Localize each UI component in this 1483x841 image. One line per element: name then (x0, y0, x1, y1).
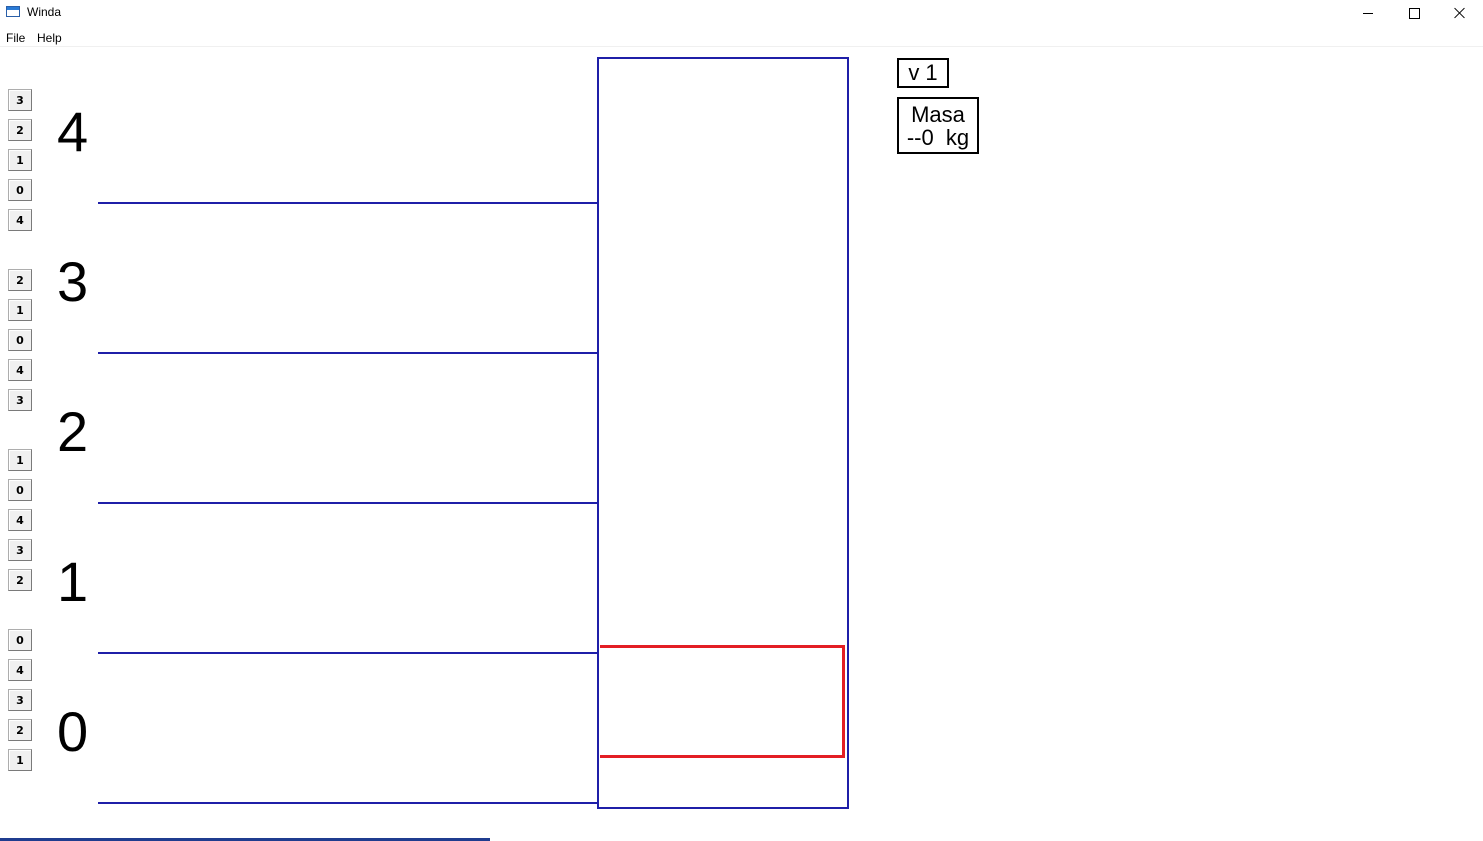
mass-value: --0 kg (906, 125, 970, 150)
call-button[interactable]: 1 (8, 749, 32, 771)
call-button[interactable]: 2 (8, 269, 32, 291)
call-button[interactable]: 4 (8, 359, 32, 381)
menu-file[interactable]: File (6, 31, 25, 45)
call-button[interactable]: 2 (8, 119, 32, 141)
call-button[interactable]: 1 (8, 149, 32, 171)
call-button[interactable]: 0 (8, 629, 32, 651)
call-button[interactable]: 0 (8, 479, 32, 501)
floor-line (98, 352, 598, 354)
floor-number: 1 (57, 550, 89, 613)
call-button[interactable]: 3 (8, 89, 32, 111)
floor-line (98, 802, 598, 804)
call-button[interactable]: 4 (8, 659, 32, 681)
call-button[interactable]: 2 (8, 719, 32, 741)
call-button[interactable]: 3 (8, 689, 32, 711)
call-button[interactable]: 1 (8, 449, 32, 471)
maximize-icon (1408, 7, 1420, 19)
minimize-icon (1363, 12, 1373, 14)
floor-line (98, 502, 598, 504)
window-app-icon (6, 6, 20, 17)
menu-help[interactable]: Help (37, 31, 62, 45)
call-button[interactable]: 1 (8, 299, 32, 321)
close-icon (1454, 7, 1466, 19)
floor-number: 0 (57, 700, 89, 763)
floor-line (98, 652, 598, 654)
elevator-cabin (600, 645, 845, 758)
floor-number: 3 (57, 250, 89, 313)
maximize-button[interactable] (1391, 0, 1437, 26)
window-title: Winda (27, 5, 62, 19)
call-button[interactable]: 3 (8, 539, 32, 561)
close-button[interactable] (1437, 0, 1483, 26)
mass-label: Masa (911, 102, 965, 127)
call-button[interactable]: 0 (8, 179, 32, 201)
floor-line (98, 202, 598, 204)
call-button[interactable]: 4 (8, 209, 32, 231)
call-button[interactable]: 3 (8, 389, 32, 411)
call-button[interactable]: 2 (8, 569, 32, 591)
title-bar: Winda (0, 0, 1483, 26)
mass-indicator: Masa --0 kg (897, 97, 979, 154)
menu-bar: File Help (0, 28, 1483, 47)
call-button[interactable]: 4 (8, 509, 32, 531)
minimize-button[interactable] (1345, 0, 1391, 26)
floor-number: 2 (57, 400, 89, 463)
speed-indicator: v 1 (897, 58, 949, 88)
floor-number: 4 (57, 100, 89, 163)
call-button[interactable]: 0 (8, 329, 32, 351)
